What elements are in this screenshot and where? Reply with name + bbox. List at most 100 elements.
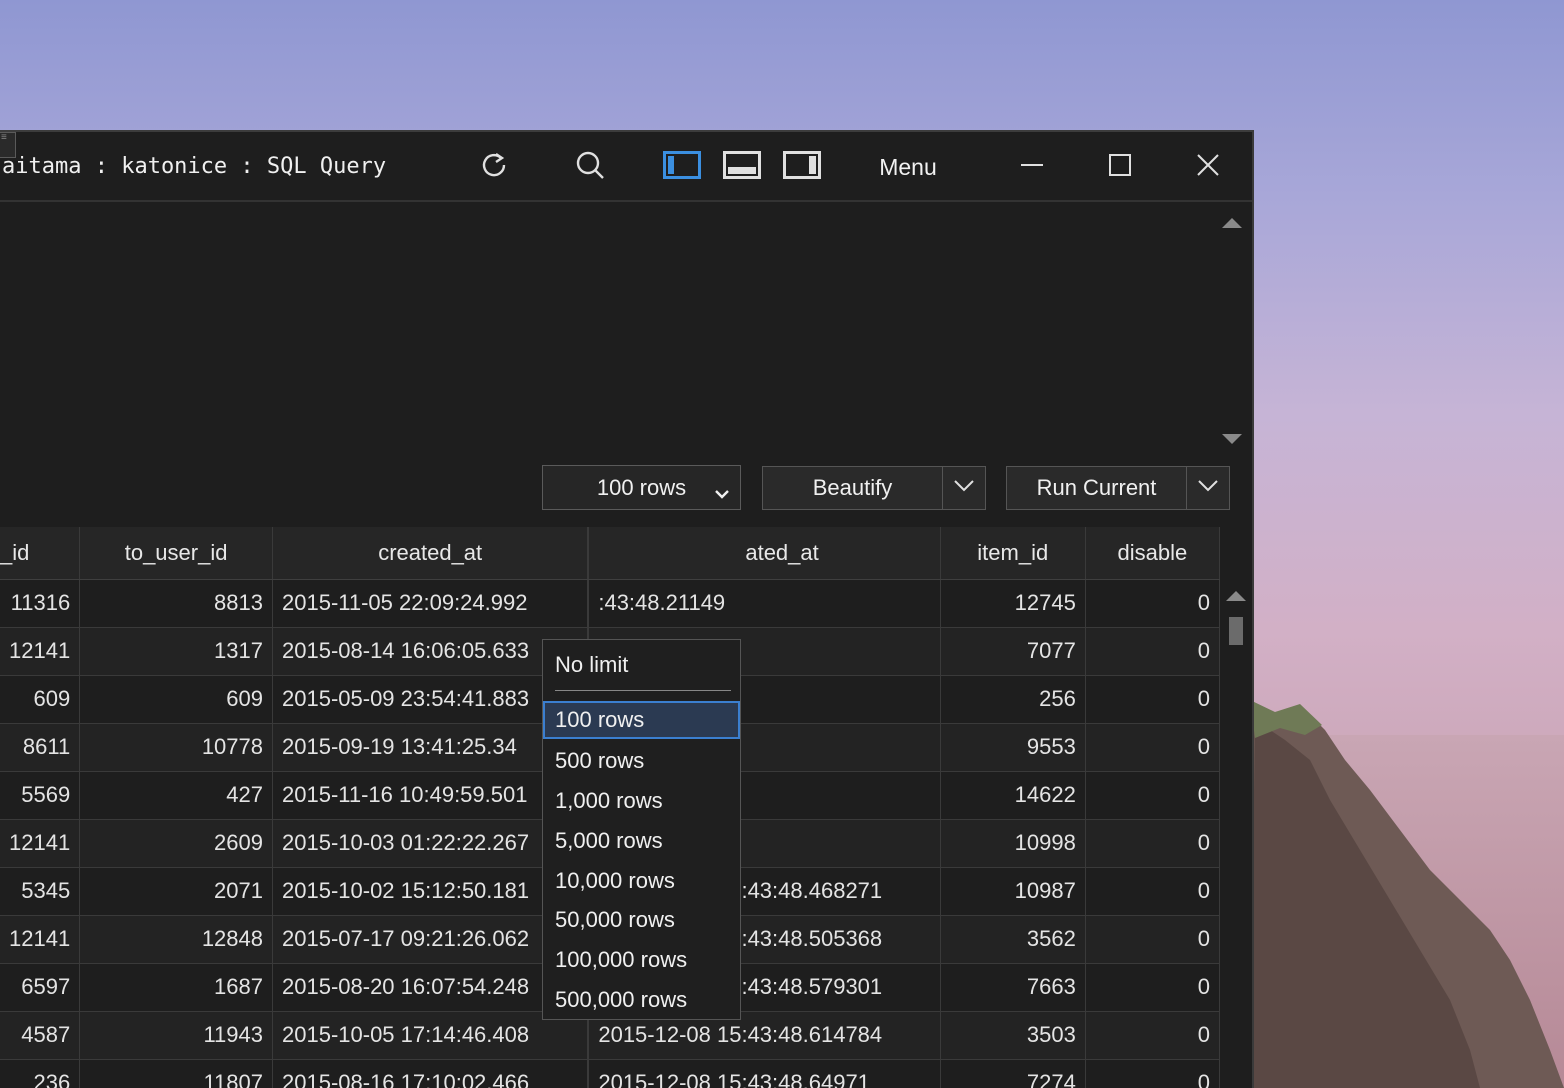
table-cell[interactable]: 2609 xyxy=(79,819,273,868)
table-cell[interactable]: :43:48.21149 xyxy=(588,579,941,628)
row-limit-option[interactable]: 1,000 rows xyxy=(543,782,740,820)
run-dropdown-button[interactable] xyxy=(1187,467,1229,509)
table-cell[interactable]: 5345 xyxy=(0,867,81,916)
table-cell[interactable]: 0 xyxy=(1085,1059,1221,1088)
results-scrollbar[interactable] xyxy=(1224,587,1248,1088)
row-limit-option[interactable]: 500 rows xyxy=(543,742,740,780)
table-cell[interactable]: 8611 xyxy=(0,723,81,772)
beautify-button[interactable]: Beautify xyxy=(763,467,943,509)
column-header[interactable]: to_user_id xyxy=(79,527,273,580)
table-cell[interactable]: 2015-11-16 10:49:59.501 xyxy=(272,771,589,820)
search-button[interactable] xyxy=(566,144,614,190)
table-cell[interactable]: 2015-11-05 22:09:24.992 xyxy=(272,579,589,628)
table-cell[interactable]: 427 xyxy=(79,771,273,820)
table-cell[interactable]: 12848 xyxy=(79,915,273,964)
table-cell[interactable]: 11943 xyxy=(79,1011,273,1060)
table-cell[interactable]: 1317 xyxy=(79,627,273,676)
table-cell[interactable]: 609 xyxy=(0,675,81,724)
table-cell[interactable]: 0 xyxy=(1085,675,1221,724)
table-cell[interactable]: 2015-08-20 16:07:54.248 xyxy=(272,963,589,1012)
column-header[interactable]: disable xyxy=(1085,527,1221,580)
beautify-dropdown-button[interactable] xyxy=(943,467,985,509)
results-scroll-thumb[interactable] xyxy=(1229,617,1243,645)
table-cell[interactable]: 7077 xyxy=(940,627,1086,676)
table-cell[interactable]: 2015-08-14 16:06:05.633 xyxy=(272,627,589,676)
layout-left-button[interactable] xyxy=(660,144,704,190)
table-cell[interactable]: 3562 xyxy=(940,915,1086,964)
table-cell[interactable]: 0 xyxy=(1085,819,1221,868)
table-cell[interactable]: 12141 xyxy=(0,627,81,676)
menu-button[interactable]: Menu xyxy=(868,144,948,190)
table-cell[interactable]: 2015-12-08 15:43:48.64971 xyxy=(588,1059,941,1088)
table-cell[interactable]: 0 xyxy=(1085,723,1221,772)
column-header[interactable]: _id xyxy=(0,527,81,580)
table-cell[interactable]: 609 xyxy=(79,675,273,724)
search-icon xyxy=(575,150,605,185)
table-row[interactable]: 11316 8813 2015-11-05 22:09:24.992:43:48.2… xyxy=(0,579,1221,628)
layout-bottom-panel-icon xyxy=(723,150,761,184)
results-scroll-up-arrow[interactable] xyxy=(1226,591,1246,601)
table-cell[interactable]: 10778 xyxy=(79,723,273,772)
table-row[interactable]: 236 11807 2015-08-16 17:10:02.466 2015-12-0… xyxy=(0,1059,1221,1088)
refresh-button[interactable] xyxy=(470,144,518,190)
table-cell[interactable]: 236 xyxy=(0,1059,81,1088)
table-cell[interactable]: 1687 xyxy=(79,963,273,1012)
table-cell[interactable]: 2015-10-03 01:22:22.267 xyxy=(272,819,589,868)
table-cell[interactable]: 2015-07-17 09:21:26.062 xyxy=(272,915,589,964)
chevron-down-icon xyxy=(954,479,974,497)
table-cell[interactable]: 8813 xyxy=(79,579,273,628)
row-limit-option[interactable]: 50,000 rows xyxy=(543,901,740,939)
layout-right-button[interactable] xyxy=(780,144,824,190)
table-cell[interactable]: 256 xyxy=(940,675,1086,724)
table-cell[interactable]: 0 xyxy=(1085,771,1221,820)
sql-editor[interactable] xyxy=(0,204,1252,459)
table-cell[interactable]: 0 xyxy=(1085,963,1221,1012)
run-split-button: Run Current xyxy=(1006,466,1230,510)
table-cell[interactable]: 2071 xyxy=(79,867,273,916)
table-cell[interactable]: 3503 xyxy=(940,1011,1086,1060)
column-header[interactable]: item_id xyxy=(940,527,1086,580)
table-cell[interactable]: 10998 xyxy=(940,819,1086,868)
table-cell[interactable]: 2015-10-02 15:12:50.181 xyxy=(272,867,589,916)
table-cell[interactable]: 12141 xyxy=(0,915,81,964)
table-cell[interactable]: 4587 xyxy=(0,1011,81,1060)
table-cell[interactable]: 2015-10-05 17:14:46.408 xyxy=(272,1011,589,1060)
table-cell[interactable]: 7274 xyxy=(940,1059,1086,1088)
table-cell[interactable]: 11316 xyxy=(0,579,81,628)
row-limit-option[interactable]: 100 rows xyxy=(543,701,740,739)
table-cell[interactable]: 2015-05-09 23:54:41.883 xyxy=(272,675,589,724)
table-cell[interactable]: 12141 xyxy=(0,819,81,868)
editor-scroll-down-arrow[interactable] xyxy=(1222,434,1242,444)
row-limit-option-no-limit[interactable]: No limit xyxy=(543,646,740,684)
header-row: _id to_user_id created_at ated_at item_i… xyxy=(0,527,1221,580)
table-cell[interactable]: 0 xyxy=(1085,627,1221,676)
table-cell[interactable]: 0 xyxy=(1085,1011,1221,1060)
table-cell[interactable]: 2015-08-16 17:10:02.466 xyxy=(272,1059,589,1088)
table-cell[interactable]: 14622 xyxy=(940,771,1086,820)
row-limit-option[interactable]: 500,000 rows xyxy=(543,981,740,1019)
table-cell[interactable]: 7663 xyxy=(940,963,1086,1012)
close-button[interactable] xyxy=(1186,144,1230,190)
column-header[interactable]: ated_at xyxy=(588,527,941,580)
row-limit-option[interactable]: 10,000 rows xyxy=(543,862,740,900)
table-cell[interactable]: 0 xyxy=(1085,915,1221,964)
table-cell[interactable]: 10987 xyxy=(940,867,1086,916)
row-limit-select[interactable]: 100 rows xyxy=(542,465,741,510)
column-header[interactable]: created_at xyxy=(272,527,589,580)
layout-bottom-button[interactable] xyxy=(720,144,764,190)
table-cell[interactable]: 5569 xyxy=(0,771,81,820)
editor-scroll-up-arrow[interactable] xyxy=(1222,218,1242,228)
table-cell[interactable]: 0 xyxy=(1085,579,1221,628)
run-current-button[interactable]: Run Current xyxy=(1007,467,1187,509)
row-limit-option[interactable]: 5,000 rows xyxy=(543,822,740,860)
table-cell[interactable]: 6597 xyxy=(0,963,81,1012)
table-cell[interactable]: 11807 xyxy=(79,1059,273,1088)
table-cell[interactable]: 2015-09-19 13:41:25.34 xyxy=(272,723,589,772)
refresh-icon xyxy=(479,150,509,185)
row-limit-option[interactable]: 100,000 rows xyxy=(543,941,740,979)
table-cell[interactable]: 9553 xyxy=(940,723,1086,772)
maximize-button[interactable] xyxy=(1098,144,1142,190)
minimize-button[interactable] xyxy=(1010,144,1054,190)
table-cell[interactable]: 0 xyxy=(1085,867,1221,916)
table-cell[interactable]: 12745 xyxy=(940,579,1086,628)
